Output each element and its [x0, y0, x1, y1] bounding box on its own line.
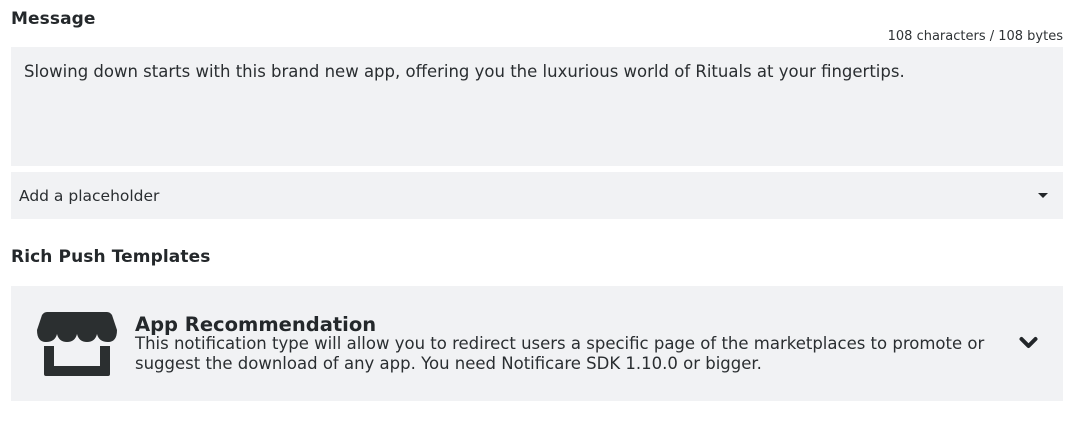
- caret-down-icon: [1038, 193, 1048, 198]
- message-text: Slowing down starts with this brand new …: [24, 62, 905, 81]
- chevron-down-icon[interactable]: [1019, 336, 1038, 350]
- rich-push-section-title: Rich Push Templates: [11, 247, 211, 267]
- placeholder-dropdown-label: Add a placeholder: [19, 186, 160, 205]
- template-name: App Recommendation: [135, 313, 377, 336]
- placeholder-dropdown[interactable]: Add a placeholder: [11, 172, 1063, 219]
- message-textarea[interactable]: Slowing down starts with this brand new …: [11, 47, 1063, 166]
- push-message-editor: Message 108 characters / 108 bytes Slowi…: [0, 0, 1080, 423]
- template-description: This notification type will allow you to…: [135, 334, 985, 373]
- template-card-app-recommendation[interactable]: App Recommendation This notification typ…: [11, 286, 1063, 401]
- store-icon: [37, 312, 117, 376]
- message-section-title: Message: [11, 9, 96, 29]
- character-counter: 108 characters / 108 bytes: [887, 29, 1063, 44]
